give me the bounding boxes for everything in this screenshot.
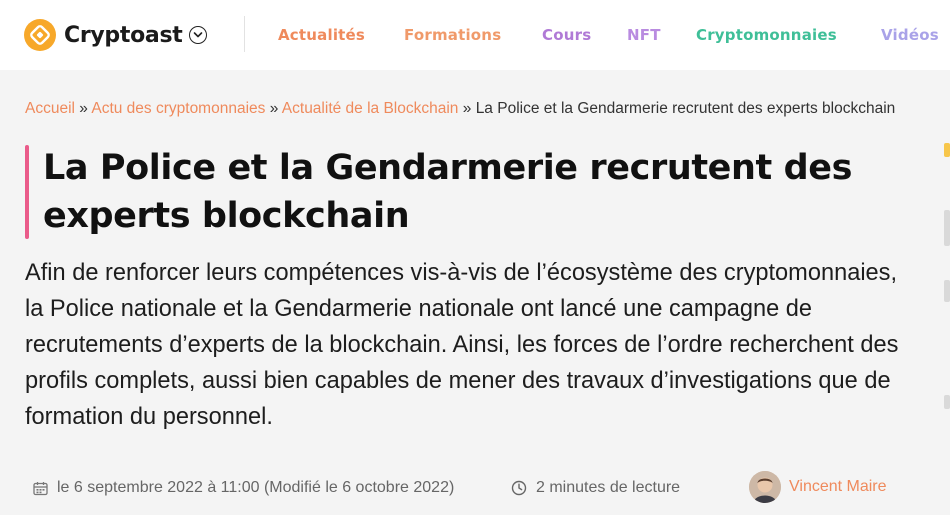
breadcrumb-current: La Police et la Gendarmerie recrutent de… bbox=[475, 100, 896, 117]
reading-time-text: 2 minutes de lecture bbox=[536, 479, 681, 496]
nav-item-actualites[interactable]: Actualités bbox=[278, 26, 365, 44]
nav-item-formations[interactable]: Formations bbox=[404, 26, 501, 44]
brand-name: Cryptoast bbox=[64, 22, 183, 48]
nav-item-videos[interactable]: Vidéos bbox=[881, 26, 939, 44]
breadcrumb-separator: » bbox=[462, 100, 472, 117]
chevron-down-icon[interactable] bbox=[189, 26, 208, 44]
author-link[interactable]: Vincent Maire bbox=[749, 470, 887, 504]
avatar bbox=[749, 471, 781, 503]
article-main: Accueil » Actu des cryptomonnaies » Actu… bbox=[0, 70, 950, 515]
calendar-icon bbox=[33, 481, 48, 496]
article-date-text: le 6 septembre 2022 à 11:00 (Modifié le … bbox=[57, 479, 455, 496]
nav-item-cryptomonnaies[interactable]: Cryptomonnaies bbox=[696, 26, 837, 44]
clock-icon bbox=[511, 480, 527, 496]
breadcrumb-separator: » bbox=[79, 100, 88, 117]
header-divider bbox=[244, 16, 245, 52]
nav-item-cours[interactable]: Cours bbox=[542, 26, 591, 44]
site-logo[interactable]: Cryptoast bbox=[24, 19, 208, 51]
breadcrumb: Accueil » Actu des cryptomonnaies » Actu… bbox=[25, 97, 905, 121]
sidebar-edge-marker bbox=[944, 210, 950, 246]
sidebar-edge-marker bbox=[944, 143, 950, 157]
breadcrumb-separator: » bbox=[269, 100, 279, 117]
reading-time: 2 minutes de lecture bbox=[511, 477, 680, 499]
nav-item-nft[interactable]: NFT bbox=[627, 26, 661, 44]
title-accent-bar bbox=[25, 145, 29, 239]
article-lead: Afin de renforcer leurs compétences vis-… bbox=[25, 260, 899, 430]
article-title: La Police et la Gendarmerie recrutent de… bbox=[43, 148, 853, 236]
article-date: le 6 septembre 2022 à 11:00 (Modifié le … bbox=[33, 477, 454, 499]
breadcrumb-link-actu[interactable]: Actu des cryptomonnaies bbox=[91, 100, 265, 117]
author-name: Vincent Maire bbox=[789, 478, 887, 495]
breadcrumb-link-accueil[interactable]: Accueil bbox=[25, 100, 75, 117]
breadcrumb-link-blockchain[interactable]: Actualité de la Blockchain bbox=[282, 100, 459, 117]
sidebar-edge-marker bbox=[944, 395, 950, 409]
site-header: Cryptoast Actualités Formations Cours NF… bbox=[0, 0, 950, 70]
cryptoast-logo-icon bbox=[24, 19, 56, 51]
sidebar-edge-marker bbox=[944, 280, 950, 302]
